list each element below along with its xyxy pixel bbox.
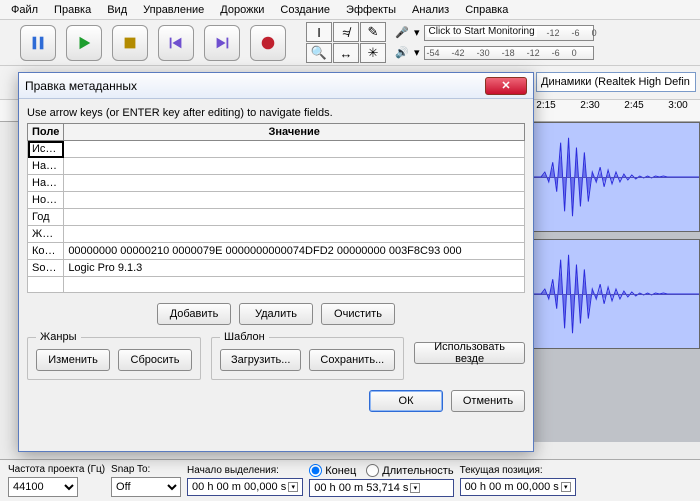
field-cell[interactable]: Software: [28, 260, 64, 277]
field-cell[interactable]: Жанр: [28, 226, 64, 243]
value-cell[interactable]: [64, 192, 525, 209]
genres-edit-button[interactable]: Изменить: [36, 349, 110, 371]
value-cell[interactable]: [64, 141, 525, 158]
dialog-hint: Use arrow keys (or ENTER key after editi…: [27, 107, 525, 119]
value-cell[interactable]: [64, 175, 525, 192]
table-row[interactable]: Исполнитель: [28, 141, 525, 158]
genres-fieldset: Жанры Изменить Сбросить: [27, 331, 201, 380]
template-load-button[interactable]: Загрузить...: [220, 349, 301, 371]
table-row[interactable]: Название дорожки: [28, 158, 525, 175]
table-row[interactable]: Год: [28, 209, 525, 226]
remove-button[interactable]: Удалить: [239, 303, 313, 325]
field-cell[interactable]: Название альбома: [28, 175, 64, 192]
field-cell[interactable]: Исполнитель: [28, 141, 64, 158]
field-cell[interactable]: Номер дорожки: [28, 192, 64, 209]
col-value[interactable]: Значение: [64, 124, 525, 141]
metadata-dialog: Правка метаданных ✕ Use arrow keys (or E…: [18, 72, 534, 452]
template-legend: Шаблон: [220, 331, 269, 343]
value-cell[interactable]: [64, 277, 525, 293]
close-icon[interactable]: ✕: [485, 77, 527, 95]
value-cell[interactable]: [64, 158, 525, 175]
clear-button[interactable]: Очистить: [321, 303, 395, 325]
ok-button[interactable]: ОК: [369, 390, 443, 412]
add-button[interactable]: Добавить: [157, 303, 231, 325]
col-field[interactable]: Поле: [28, 124, 64, 141]
cancel-button[interactable]: Отменить: [451, 390, 525, 412]
field-cell[interactable]: [28, 277, 64, 293]
genres-reset-button[interactable]: Сбросить: [118, 349, 192, 371]
dialog-title: Правка метаданных: [25, 79, 485, 93]
table-row[interactable]: Номер дорожки: [28, 192, 525, 209]
field-cell[interactable]: Название дорожки: [28, 158, 64, 175]
metadata-table[interactable]: Поле Значение ИсполнительНазвание дорожк…: [27, 123, 525, 293]
dialog-titlebar[interactable]: Правка метаданных ✕: [19, 73, 533, 99]
value-cell[interactable]: [64, 226, 525, 243]
table-row[interactable]: Комментарии00000000 00000210 0000079E 00…: [28, 243, 525, 260]
template-save-button[interactable]: Сохранить...: [309, 349, 395, 371]
field-cell[interactable]: Год: [28, 209, 64, 226]
field-cell[interactable]: Комментарии: [28, 243, 64, 260]
genres-legend: Жанры: [36, 331, 81, 343]
table-row[interactable]: SoftwareLogic Pro 9.1.3: [28, 260, 525, 277]
value-cell[interactable]: 00000000 00000210 0000079E 0000000000074…: [64, 243, 525, 260]
modal-overlay: Правка метаданных ✕ Use arrow keys (or E…: [0, 0, 700, 501]
template-fieldset: Шаблон Загрузить... Сохранить...: [211, 331, 404, 380]
table-row[interactable]: Жанр: [28, 226, 525, 243]
table-row[interactable]: [28, 277, 525, 293]
use-everywhere-button[interactable]: Использовать везде: [414, 342, 525, 364]
value-cell[interactable]: Logic Pro 9.1.3: [64, 260, 525, 277]
value-cell[interactable]: [64, 209, 525, 226]
table-row[interactable]: Название альбома: [28, 175, 525, 192]
